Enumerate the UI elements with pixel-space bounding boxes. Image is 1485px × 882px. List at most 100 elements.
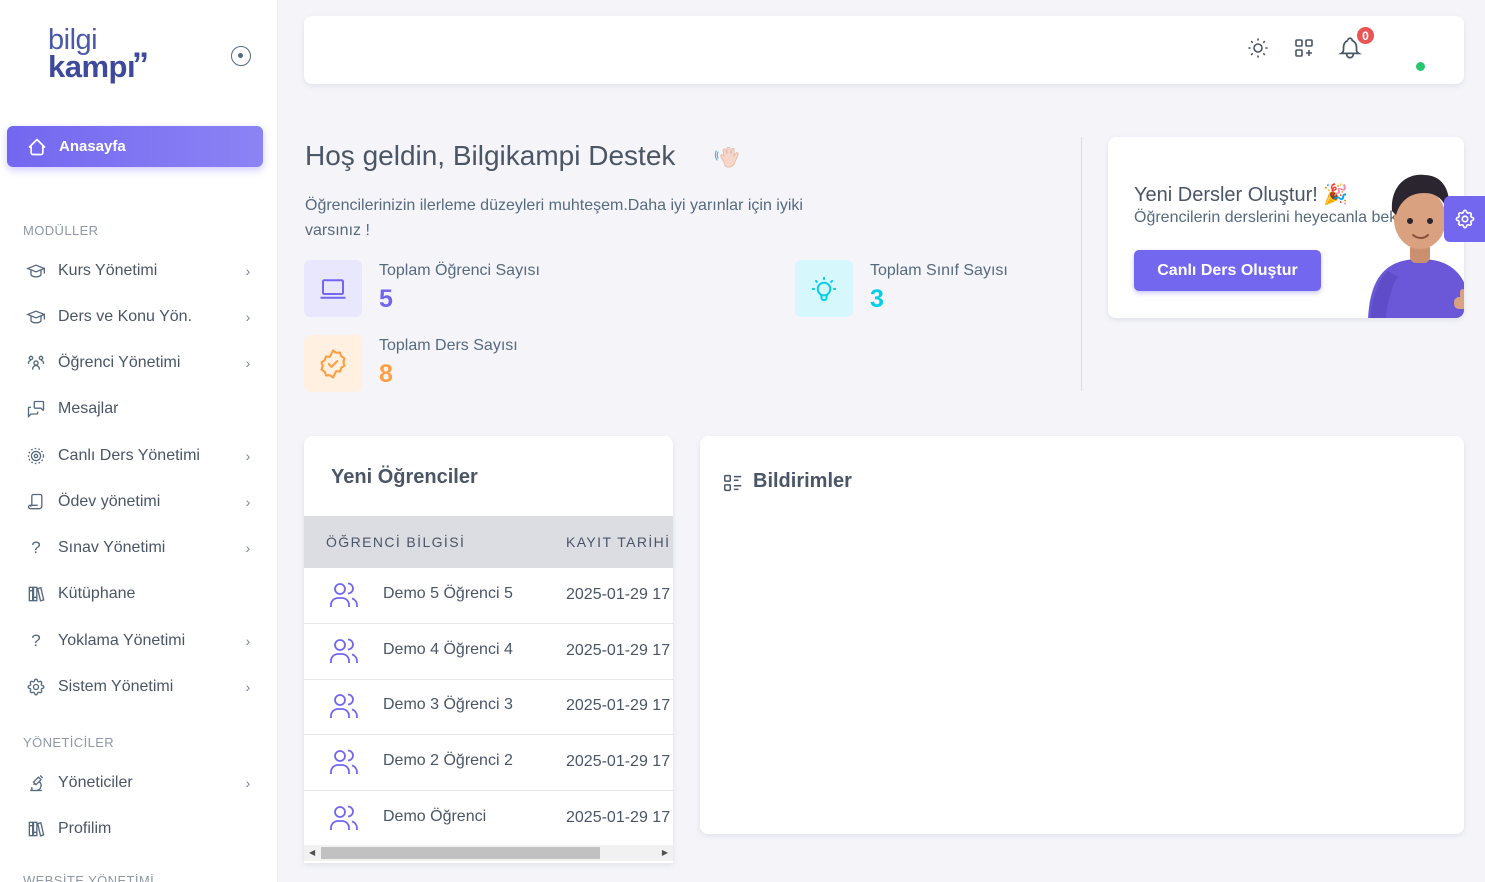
scroll-left-arrow-icon[interactable]: ◀ bbox=[309, 848, 315, 857]
sidebar-collapse-button[interactable] bbox=[231, 46, 251, 66]
list-details-icon bbox=[724, 474, 742, 492]
sidebar-item-kurs-yonetimi[interactable]: Kurs Yönetimi › bbox=[24, 253, 256, 289]
section-header-admins: YÖNETİCİLER bbox=[23, 735, 115, 750]
sidebar-item-anasayfa[interactable]: Anasayfa bbox=[7, 126, 263, 167]
sidebar-item-ders-konu[interactable]: Ders ve Konu Yön. › bbox=[24, 299, 256, 335]
lightbulb-icon bbox=[795, 260, 853, 317]
chevron-right-icon: › bbox=[245, 355, 251, 371]
stat-value: 8 bbox=[379, 360, 393, 388]
column-header-registration-date[interactable]: KAYIT TARİHİ bbox=[566, 534, 670, 550]
message-icon bbox=[24, 397, 48, 421]
stat-total-classes: Toplam Sınıf Sayısı 3 bbox=[795, 260, 1008, 317]
scrollbar-thumb[interactable] bbox=[321, 847, 600, 859]
gear-icon bbox=[24, 675, 48, 699]
registration-date: 2025-01-29 17 bbox=[566, 697, 671, 714]
gear-icon bbox=[1455, 209, 1474, 229]
sidebar-item-canli-ders[interactable]: Canlı Ders Yönetimi › bbox=[24, 438, 256, 474]
stat-total-lessons: Toplam Ders Sayısı 8 bbox=[304, 335, 518, 392]
sidebar-item-ogrenci-yonetimi[interactable]: Öğrenci Yönetimi › bbox=[24, 345, 256, 381]
promo-title: Yeni Dersler Oluştur! 🎉 bbox=[1134, 184, 1349, 206]
microscope-icon bbox=[24, 771, 48, 795]
sidebar-item-label: Kurs Yönetimi bbox=[58, 262, 158, 279]
sidebar-item-yoklama[interactable]: ? Yoklama Yönetimi › bbox=[24, 623, 256, 659]
chevron-right-icon: › bbox=[245, 775, 251, 791]
graduation-cap-icon bbox=[24, 259, 48, 283]
question-icon: ? bbox=[31, 631, 41, 650]
chevron-right-icon: › bbox=[245, 263, 251, 279]
notifications-card: Bildirimler bbox=[700, 436, 1464, 834]
sidebar-item-label: Canlı Ders Yönetimi bbox=[58, 447, 200, 464]
sidebar-item-sistem[interactable]: Sistem Yönetimi › bbox=[24, 669, 256, 705]
brand-quote: ” bbox=[132, 46, 149, 84]
table-row[interactable]: Demo 5 Öğrenci 5 2025-01-29 17 bbox=[304, 568, 673, 624]
student-name: Demo Öğrenci bbox=[383, 808, 487, 825]
laptop-icon bbox=[304, 260, 362, 317]
section-header-modules: MODÜLLER bbox=[23, 223, 99, 238]
notebook-icon bbox=[24, 490, 48, 514]
registration-date: 2025-01-29 17 bbox=[566, 753, 671, 770]
stat-value: 3 bbox=[870, 285, 884, 313]
student-name: Demo 3 Öğrenci 3 bbox=[383, 696, 513, 713]
registration-date: 2025-01-29 17 bbox=[566, 809, 671, 826]
table-row[interactable]: Demo Öğrenci 2025-01-29 17 bbox=[304, 791, 673, 847]
sidebar-item-label: Yoklama Yönetimi bbox=[58, 632, 186, 649]
registration-date: 2025-01-29 17 bbox=[566, 586, 671, 603]
table-header: ÖĞRENCİ BİLGİSİ KAYIT TARİHİ bbox=[304, 516, 673, 568]
theme-settings-button[interactable] bbox=[1444, 196, 1485, 242]
sidebar-item-label: Kütüphane bbox=[58, 585, 136, 602]
table-row[interactable]: Demo 3 Öğrenci 3 2025-01-29 17 bbox=[304, 679, 673, 735]
chevron-right-icon: › bbox=[245, 679, 251, 695]
users-icon bbox=[330, 805, 358, 830]
stat-label: Toplam Ders Sayısı bbox=[379, 337, 518, 354]
table-row[interactable]: Demo 2 Öğrenci 2 2025-01-29 17 bbox=[304, 735, 673, 791]
sidebar-item-kutuphane[interactable]: Kütüphane bbox=[24, 576, 256, 612]
live-broadcast-icon bbox=[24, 444, 48, 468]
users-icon bbox=[330, 638, 358, 663]
create-lesson-card: Yeni Dersler Oluştur! 🎉 Öğrencilerin der… bbox=[1108, 137, 1464, 318]
sidebar-item-label: Profilim bbox=[58, 820, 112, 837]
stat-value: 5 bbox=[379, 285, 393, 313]
create-live-lesson-button[interactable]: Canlı Ders Oluştur bbox=[1134, 250, 1321, 291]
card-title: Yeni Öğrenciler bbox=[331, 466, 478, 488]
scroll-right-arrow-icon[interactable]: ▶ bbox=[662, 848, 668, 857]
column-header-student-info[interactable]: ÖĞRENCİ BİLGİSİ bbox=[326, 534, 465, 550]
sidebar-item-label: Anasayfa bbox=[59, 138, 126, 155]
brand-line2: kampı bbox=[48, 49, 136, 84]
student-name: Demo 2 Öğrenci 2 bbox=[383, 752, 513, 769]
apps-add-icon[interactable] bbox=[1290, 34, 1318, 62]
online-status-indicator bbox=[1416, 62, 1425, 71]
sidebar-item-odev[interactable]: Ödev yönetimi › bbox=[24, 484, 256, 520]
stat-label: Toplam Sınıf Sayısı bbox=[870, 262, 1008, 279]
notification-count-badge: 0 bbox=[1355, 25, 1376, 46]
page-title: Hoş geldin, Bilgikampi Destek bbox=[305, 140, 676, 171]
sidebar-item-label: Öğrenci Yönetimi bbox=[58, 354, 181, 371]
sidebar-item-mesajlar[interactable]: Mesajlar bbox=[24, 391, 256, 427]
student-name: Demo 4 Öğrenci 4 bbox=[383, 641, 513, 658]
chevron-right-icon: › bbox=[245, 633, 251, 649]
sun-icon[interactable] bbox=[1244, 34, 1272, 62]
sidebar-item-label: Ders ve Konu Yön. bbox=[58, 308, 193, 325]
sidebar-item-label: Mesajlar bbox=[58, 400, 119, 417]
brand-logo[interactable]: bilgi kampı ” bbox=[48, 24, 178, 86]
sidebar-item-label: Ödev yönetimi bbox=[58, 493, 161, 510]
table-row[interactable]: Demo 4 Öğrenci 4 2025-01-29 17 bbox=[304, 624, 673, 680]
sidebar-item-label: Sınav Yönetimi bbox=[58, 539, 166, 556]
sidebar-item-profilim[interactable]: Profilim bbox=[24, 811, 256, 847]
new-students-card: Yeni Öğrenciler ÖĞRENCİ BİLGİSİ KAYIT TA… bbox=[304, 436, 673, 863]
waving-hand-icon bbox=[714, 146, 739, 168]
chevron-right-icon: › bbox=[245, 309, 251, 325]
sidebar-item-label: Sistem Yönetimi bbox=[58, 678, 174, 695]
stat-label: Toplam Öğrenci Sayısı bbox=[379, 262, 540, 279]
sidebar-item-sinav[interactable]: ? Sınav Yönetimi › bbox=[24, 530, 256, 566]
chevron-right-icon: › bbox=[245, 540, 251, 556]
sidebar-item-label: Yöneticiler bbox=[58, 774, 133, 791]
home-icon bbox=[28, 138, 46, 155]
chevron-right-icon: › bbox=[245, 494, 251, 510]
users-icon bbox=[330, 582, 358, 607]
section-header-website: WEBSİTE YÖNETİMİ bbox=[23, 873, 155, 882]
horizontal-scrollbar[interactable]: ◀ ▶ bbox=[304, 845, 673, 861]
books-icon bbox=[24, 817, 48, 841]
welcome-subtitle: Öğrencilerinizin ilerleme düzeyleri muht… bbox=[305, 197, 803, 239]
student-name: Demo 5 Öğrenci 5 bbox=[383, 585, 513, 602]
sidebar-item-yoneticiler[interactable]: Yöneticiler › bbox=[24, 765, 256, 801]
